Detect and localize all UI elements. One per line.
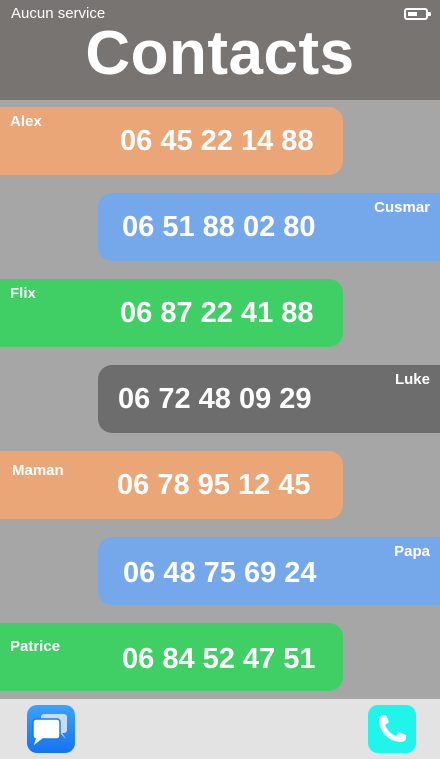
contact-name: Maman [12, 462, 64, 479]
contact-card-cusmar[interactable]: Cusmar 06 51 88 02 80 [98, 193, 440, 261]
contact-phone: 06 51 88 02 80 [122, 211, 316, 243]
phone-icon[interactable] [368, 705, 416, 753]
contact-phone: 06 72 48 09 29 [118, 383, 312, 415]
bottom-bar [0, 699, 440, 759]
contact-name: Cusmar [374, 199, 430, 216]
contact-card-flix[interactable]: Flix 06 87 22 41 88 [0, 279, 343, 347]
messages-icon[interactable] [27, 705, 75, 753]
contact-card-maman[interactable]: Maman 06 78 95 12 45 [0, 451, 343, 519]
contact-phone: 06 48 75 69 24 [123, 557, 317, 589]
contact-phone: 06 78 95 12 45 [117, 469, 311, 501]
contact-phone: 06 87 22 41 88 [120, 297, 314, 329]
contact-name: Luke [394, 371, 430, 388]
contact-card-alex[interactable]: Alex 06 45 22 14 88 [0, 107, 343, 175]
header: Aucun service Contacts [0, 0, 440, 100]
contact-name: Alex [10, 113, 42, 130]
contact-card-luke[interactable]: Luke 06 72 48 09 29 [98, 365, 440, 433]
contact-name: Patrice [10, 638, 61, 655]
contact-name: Papa [394, 543, 430, 560]
contact-phone: 06 45 22 14 88 [120, 125, 314, 157]
contact-phone: 06 84 52 47 51 [122, 643, 316, 675]
contact-name: Flix [10, 285, 36, 302]
contact-card-papa[interactable]: Papa 06 48 75 69 24 [98, 537, 440, 605]
contact-card-patrice[interactable]: Patrice 06 84 52 47 51 [0, 623, 343, 691]
page-title: Contacts [85, 19, 355, 88]
